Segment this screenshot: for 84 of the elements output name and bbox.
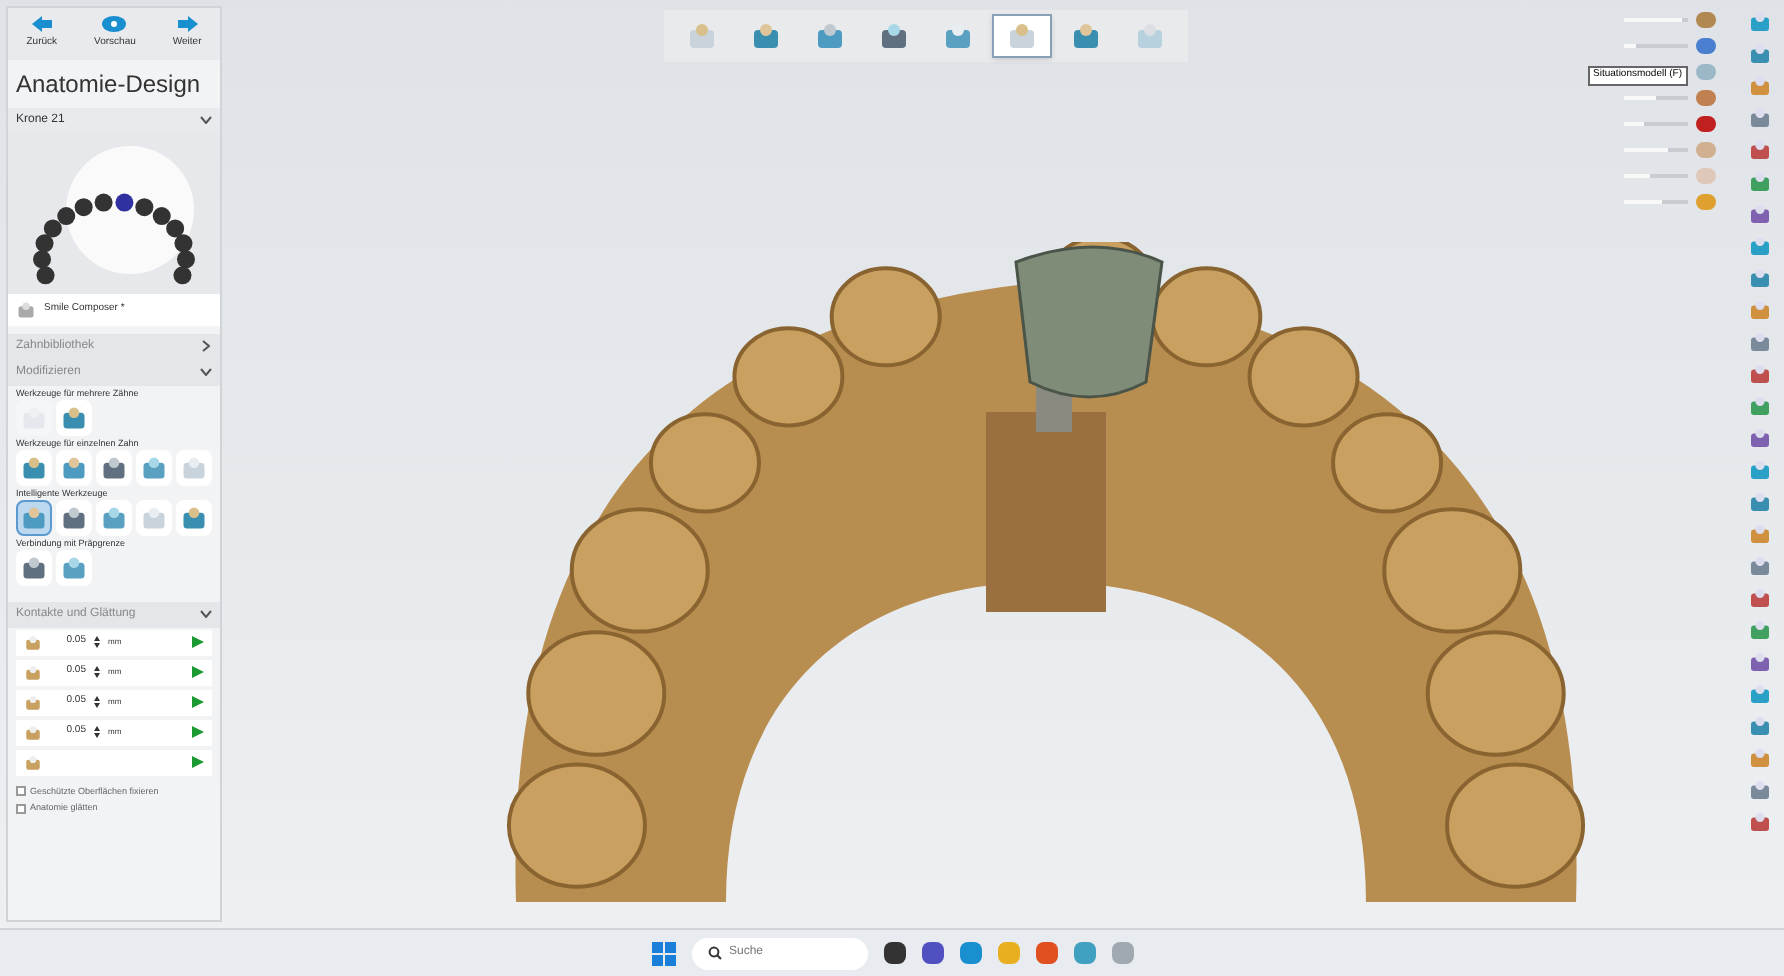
arrow-left-icon	[29, 16, 54, 32]
contact-icon	[24, 753, 42, 771]
contact-icon	[24, 663, 42, 681]
spin-icon[interactable]	[94, 696, 100, 708]
tool-icon	[686, 20, 718, 52]
tool-icon	[1748, 522, 1772, 546]
tool-icon	[1748, 586, 1772, 610]
arrow-right-icon	[175, 16, 200, 32]
tool-icon	[180, 503, 208, 531]
chevron-icon	[202, 340, 210, 352]
search-icon	[707, 946, 721, 960]
play-icon[interactable]	[192, 696, 204, 708]
tool-button[interactable]	[56, 399, 92, 435]
tool-icon	[814, 20, 846, 52]
tool-button[interactable]	[16, 449, 52, 485]
tool-icon	[1748, 10, 1772, 34]
tool-icon	[1070, 20, 1102, 52]
spin-icon[interactable]	[94, 726, 100, 738]
tool-icon	[1748, 426, 1772, 450]
tool-icon	[1748, 490, 1772, 514]
tool-icon	[60, 453, 88, 481]
tool-button[interactable]	[96, 449, 132, 485]
tool-icon	[180, 453, 208, 481]
tool-icon	[1748, 714, 1772, 738]
windows-logo-icon[interactable]	[651, 941, 675, 965]
spin-icon[interactable]	[94, 636, 100, 648]
contact-icon	[24, 693, 42, 711]
play-icon[interactable]	[192, 666, 204, 678]
tool-icon	[1748, 266, 1772, 290]
tool-icon	[20, 503, 48, 531]
tool-button[interactable]	[96, 499, 132, 535]
taskbar-app-icon[interactable]	[921, 942, 943, 964]
tool-icon	[750, 20, 782, 52]
tool-icon	[1748, 138, 1772, 162]
tool-icon	[140, 453, 168, 481]
tool-icon	[1134, 20, 1166, 52]
tool-icon	[1748, 42, 1772, 66]
checkbox[interactable]	[16, 804, 26, 815]
tool-icon	[1748, 554, 1772, 578]
chevron-icon	[200, 116, 212, 124]
checkbox[interactable]	[16, 786, 26, 797]
tool-icon	[60, 403, 88, 431]
tool-icon	[1748, 74, 1772, 98]
tool-icon	[1748, 810, 1772, 834]
tool-button[interactable]	[56, 499, 92, 535]
tool-icon	[140, 503, 168, 531]
play-icon[interactable]	[192, 726, 204, 738]
tool-icon	[1748, 202, 1772, 226]
tool-button[interactable]	[16, 499, 52, 535]
tool-icon	[100, 503, 128, 531]
tool-icon	[1006, 20, 1038, 52]
tool-icon	[20, 453, 48, 481]
tool-icon	[1748, 778, 1772, 802]
tool-icon	[1748, 234, 1772, 258]
tool-icon	[60, 503, 88, 531]
play-icon[interactable]	[192, 636, 204, 648]
tool-button[interactable]	[136, 449, 172, 485]
toolbar-button[interactable]	[992, 14, 1052, 58]
tool-icon	[1748, 650, 1772, 674]
tool-icon	[1748, 170, 1772, 194]
contact-icon	[24, 633, 42, 651]
play-icon[interactable]	[192, 756, 204, 768]
tool-icon	[878, 20, 910, 52]
contact-icon	[24, 723, 42, 741]
tool-icon	[1748, 330, 1772, 354]
tool-icon	[1748, 106, 1772, 130]
tool-button[interactable]	[56, 549, 92, 585]
panel-title: Anatomie-Design	[14, 67, 203, 101]
tool-icon	[20, 553, 48, 581]
eye-icon	[102, 16, 127, 32]
tool-button[interactable]	[16, 549, 52, 585]
spin-icon[interactable]	[94, 666, 100, 678]
tool-icon	[1748, 458, 1772, 482]
tool-icon	[60, 553, 88, 581]
tool-icon	[100, 453, 128, 481]
tool-icon	[1748, 746, 1772, 770]
taskbar-app-icon[interactable]	[883, 942, 905, 964]
tool-icon	[1748, 394, 1772, 418]
tool-icon	[1748, 298, 1772, 322]
tool-icon	[1748, 618, 1772, 642]
tool-icon	[1748, 682, 1772, 706]
tool-button[interactable]	[176, 499, 212, 535]
tool-icon	[1748, 362, 1772, 386]
tool-button[interactable]	[56, 449, 92, 485]
